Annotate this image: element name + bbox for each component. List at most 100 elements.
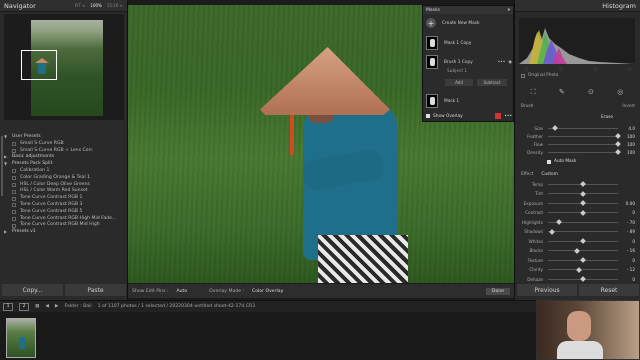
add-button[interactable]: Add bbox=[445, 79, 473, 86]
zoom-fit[interactable]: FIT ≡ bbox=[75, 3, 86, 8]
subtract-button[interactable]: Subtract bbox=[477, 79, 507, 86]
slider-value[interactable]: 100 bbox=[621, 142, 635, 147]
preset-item[interactable]: Tone Curve Contrast RGB 5 bbox=[4, 209, 124, 216]
masking-tool-icon[interactable]: ◎ bbox=[617, 88, 623, 96]
invert-label[interactable]: Invert bbox=[622, 104, 635, 109]
slider-track[interactable] bbox=[548, 228, 618, 235]
back-arrow-icon[interactable]: ◀ bbox=[45, 304, 49, 309]
slider-row[interactable]: Blacks - 16 bbox=[521, 247, 635, 254]
slider-value[interactable]: 100 bbox=[621, 150, 635, 155]
slider-row[interactable]: Whites 0 bbox=[521, 238, 635, 244]
slider-track[interactable] bbox=[548, 133, 621, 139]
slider-knob[interactable] bbox=[580, 200, 586, 206]
filmstrip-thumbnail[interactable] bbox=[6, 318, 36, 358]
slider-track[interactable] bbox=[548, 200, 618, 206]
overlay-mode-dropdown[interactable]: Color Overlay bbox=[252, 289, 283, 294]
slider-track[interactable] bbox=[548, 219, 618, 225]
previous-button[interactable]: Previous bbox=[517, 284, 577, 296]
overlay-color-swatch[interactable] bbox=[495, 113, 502, 119]
folder-label[interactable]: Folder : Bali bbox=[64, 304, 91, 309]
show-overlay-row[interactable]: Show Overlay ••• bbox=[426, 113, 512, 119]
slider-knob[interactable] bbox=[555, 219, 562, 225]
original-photo-row[interactable]: Original Photo bbox=[521, 73, 558, 78]
slider-value[interactable]: 0 bbox=[621, 210, 635, 215]
slider-value[interactable]: 0 bbox=[621, 239, 635, 244]
original-photo-checkbox[interactable] bbox=[521, 73, 525, 78]
visibility-eye-icon[interactable]: ◉ bbox=[508, 60, 512, 65]
auto-mask-checkbox[interactable] bbox=[547, 159, 551, 164]
slider-row[interactable]: Exposure 0.00 bbox=[521, 200, 635, 206]
zoom-100[interactable]: 100% bbox=[90, 3, 101, 8]
healing-tool-icon[interactable]: ✎ bbox=[559, 88, 565, 96]
preset-group[interactable]: ▼ Presets Pack Split bbox=[4, 161, 124, 168]
slider-track[interactable] bbox=[548, 257, 618, 263]
slider-row[interactable]: Feather 100 bbox=[521, 133, 635, 139]
slider-track[interactable] bbox=[548, 141, 621, 147]
expand-triangle-right-icon[interactable]: ▶ bbox=[4, 154, 12, 161]
preset-item[interactable]: Small S-Curve RGB bbox=[4, 141, 124, 148]
page-1-button[interactable]: 1 bbox=[3, 302, 13, 311]
slider-track[interactable] bbox=[548, 190, 618, 197]
slider-knob[interactable] bbox=[615, 149, 621, 155]
slider-knob[interactable] bbox=[549, 228, 556, 235]
overlay-options-icon[interactable]: ••• bbox=[504, 114, 512, 119]
slider-knob[interactable] bbox=[580, 190, 586, 197]
histogram-header[interactable]: Histogram bbox=[515, 0, 640, 12]
slider-knob[interactable] bbox=[580, 238, 586, 244]
slider-value[interactable]: 0.00 bbox=[621, 201, 635, 206]
slider-row[interactable]: Tint bbox=[521, 190, 635, 197]
reset-button[interactable]: Reset bbox=[579, 284, 639, 296]
crop-tool-icon[interactable]: ⛶ bbox=[531, 88, 536, 97]
expand-triangle-down-icon[interactable]: ▼ bbox=[4, 161, 12, 168]
zoom-ratio[interactable]: 15:16 ≡ bbox=[107, 3, 123, 8]
slider-knob[interactable] bbox=[615, 133, 621, 139]
preset-item[interactable]: Tone Curve Contrast RGB 3 bbox=[4, 202, 124, 209]
slider-knob[interactable] bbox=[580, 257, 586, 263]
mask-1-copy-row[interactable]: Mask 1 Copy bbox=[426, 36, 471, 50]
slider-value[interactable]: 4.0 bbox=[621, 126, 635, 131]
expand-triangle-right-icon[interactable]: ▶ bbox=[4, 229, 12, 236]
slider-value[interactable]: - 70 bbox=[621, 220, 635, 225]
add-mask-icon[interactable]: + bbox=[426, 18, 436, 28]
slider-knob[interactable] bbox=[574, 247, 581, 254]
slider-knob[interactable] bbox=[552, 125, 558, 131]
slider-row[interactable]: Contrast 0 bbox=[521, 209, 635, 216]
slider-track[interactable] bbox=[548, 266, 618, 273]
collapse-icon[interactable]: ▾ bbox=[508, 8, 510, 13]
slider-value[interactable]: 100 bbox=[621, 134, 635, 139]
auto-mask-row[interactable]: Auto Mask bbox=[547, 159, 576, 164]
slider-knob[interactable] bbox=[575, 266, 582, 273]
paste-button[interactable]: Paste bbox=[65, 284, 126, 296]
slider-row[interactable]: Density 100 bbox=[521, 149, 635, 155]
subject-1-row[interactable]: Subject 1 bbox=[447, 69, 467, 74]
slider-row[interactable]: Temp bbox=[521, 181, 635, 187]
preset-group[interactable]: ▶ Presets v1 bbox=[4, 229, 124, 236]
erase-label[interactable]: Erase bbox=[601, 115, 613, 120]
copy-button[interactable]: Copy... bbox=[2, 284, 63, 296]
slider-row[interactable]: Shadows - 89 bbox=[521, 228, 635, 235]
preset-item[interactable]: Color Grading Orange & Teal 1 bbox=[4, 175, 124, 182]
forward-arrow-icon[interactable]: ▶ bbox=[55, 304, 59, 309]
slider-value[interactable]: - 12 bbox=[621, 267, 635, 272]
slider-row[interactable]: Flow 100 bbox=[521, 141, 635, 147]
expand-triangle-down-icon[interactable]: ▼ bbox=[4, 134, 12, 141]
more-options-icon[interactable]: ••• bbox=[498, 60, 506, 65]
create-new-mask-row[interactable]: + Create New Mask bbox=[426, 18, 479, 28]
slider-track[interactable] bbox=[548, 247, 618, 254]
slider-row[interactable]: Dehaze 0 bbox=[521, 276, 635, 282]
slider-track[interactable] bbox=[548, 209, 618, 216]
effect-preset-dropdown[interactable]: Custom bbox=[541, 172, 557, 177]
show-edit-pins-dropdown[interactable]: Auto bbox=[176, 289, 187, 294]
slider-value[interactable]: 0 bbox=[621, 258, 635, 263]
done-button[interactable]: Done bbox=[485, 287, 510, 295]
slider-row[interactable]: Highlights - 70 bbox=[521, 219, 635, 225]
slider-value[interactable]: - 89 bbox=[621, 229, 635, 234]
slider-knob[interactable] bbox=[580, 276, 586, 282]
slider-value[interactable]: - 16 bbox=[621, 248, 635, 253]
slider-track[interactable] bbox=[548, 181, 618, 187]
redeye-tool-icon[interactable]: ⊙ bbox=[588, 88, 594, 96]
slider-track[interactable] bbox=[548, 149, 621, 155]
slider-track[interactable] bbox=[548, 276, 618, 282]
slider-knob[interactable] bbox=[580, 209, 586, 216]
slider-row[interactable]: Texture 0 bbox=[521, 257, 635, 263]
